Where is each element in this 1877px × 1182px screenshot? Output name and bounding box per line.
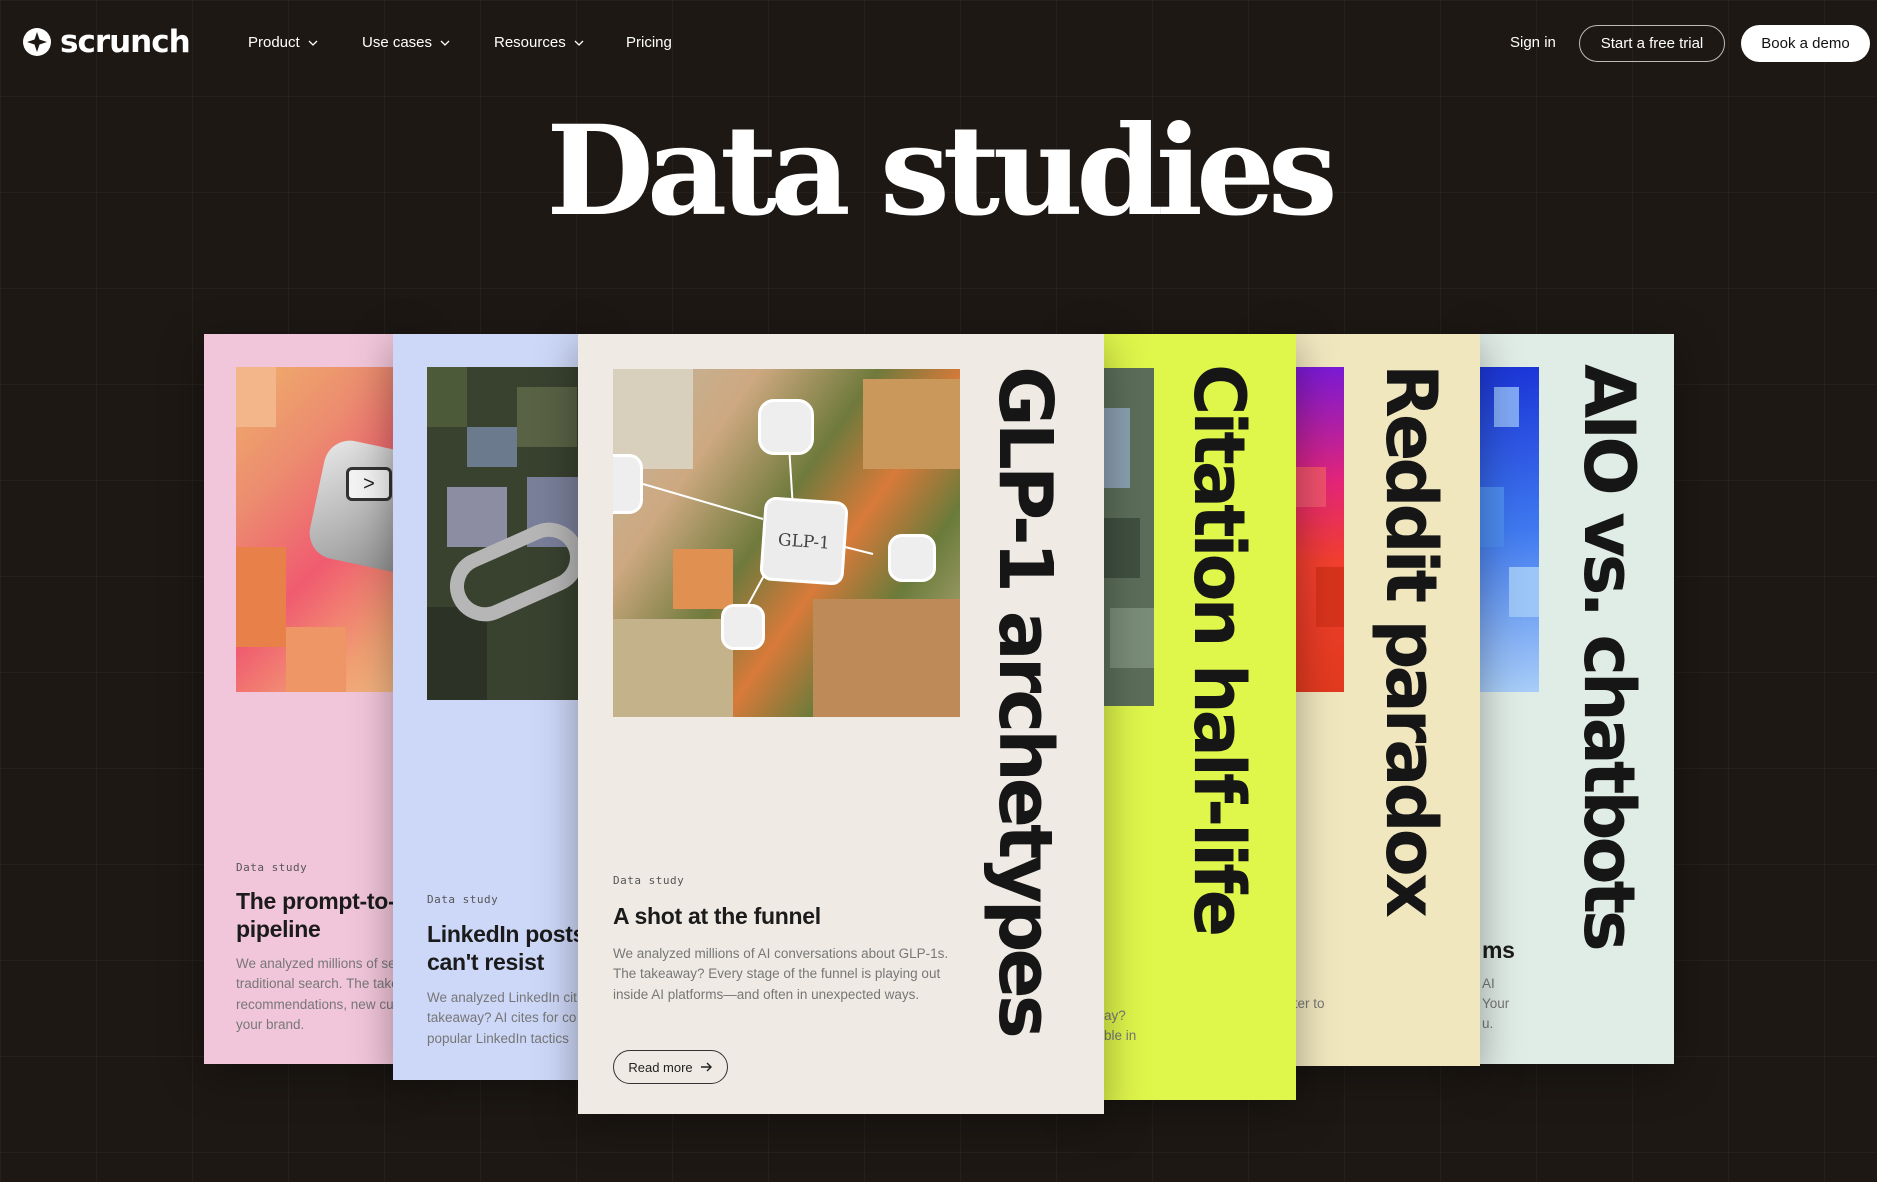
nav-pricing-label: Pricing (626, 34, 672, 51)
glp1-node: GLP-1 (759, 496, 849, 586)
nav-resources-label: Resources (494, 34, 566, 51)
chevron-down-icon (574, 40, 584, 46)
card-image (1296, 367, 1344, 692)
card-body: We analyzed millions of se traditional s… (236, 956, 399, 1032)
card-image: > (236, 367, 414, 692)
card-tag: Data study (427, 893, 499, 906)
study-card-reddit-paradox[interactable]: Reddit paradox tter to (1276, 334, 1480, 1066)
card-body: We analyzed LinkedIn cit takeaway? AI ci… (427, 990, 577, 1046)
nav-use-cases-label: Use cases (362, 34, 433, 51)
card-body-fragment: u. (1482, 1016, 1494, 1031)
card-body-fragment: Your (1482, 996, 1510, 1011)
arrow-right-icon (700, 1062, 712, 1072)
card-heading: A shot at the funnel (613, 903, 821, 929)
card-image: GLP-1 (613, 369, 960, 717)
brand-logo[interactable]: scrunch (22, 24, 191, 60)
nav-pricing[interactable]: Pricing (626, 34, 672, 51)
card-body: We analyzed millions of AI conversations… (613, 946, 949, 1002)
card-body-fragment: AI (1482, 976, 1495, 991)
page-title: Data studies (546, 99, 1337, 244)
chevron-down-icon (440, 40, 450, 46)
card-vertical-title: Reddit paradox (1370, 364, 1452, 914)
top-nav: scrunch Product Use cases Resources Pric… (0, 0, 1877, 88)
card-heading-fragment: ms (1482, 937, 1515, 963)
nav-product[interactable]: Product (248, 34, 318, 51)
read-more-label: Read more (628, 1059, 693, 1075)
nav-product-label: Product (248, 34, 300, 51)
card-heading: LinkedIn posts can't resist (427, 921, 586, 975)
card-body-fragment: ay? (1104, 1008, 1126, 1023)
nav-resources[interactable]: Resources (494, 34, 584, 51)
book-demo-button[interactable]: Book a demo (1741, 25, 1870, 62)
study-card-citation-half-life[interactable]: Citation half-life ay? ble in (1080, 334, 1296, 1100)
scrunch-star-icon (23, 28, 51, 56)
read-more-button[interactable]: Read more (613, 1050, 728, 1084)
card-vertical-title: GLP-1 archetypes (982, 366, 1068, 1035)
terminal-icon: > (346, 467, 392, 501)
study-card-aio-chatbots[interactable]: AIO vs. chatbots ms AI Your u. (1474, 334, 1674, 1064)
card-heading: The prompt-to-pipeline (236, 888, 396, 942)
nav-use-cases[interactable]: Use cases (362, 34, 450, 51)
brand-name: scrunch (60, 24, 191, 60)
card-vertical-title: Citation half-life (1178, 364, 1260, 934)
chevron-down-icon (308, 40, 318, 46)
card-vertical-title: AIO vs. chatbots (1568, 364, 1650, 948)
card-image (1474, 367, 1539, 692)
study-card-linkedin[interactable]: Data study LinkedIn posts can't resist W… (393, 334, 593, 1080)
card-image (427, 367, 593, 700)
card-tag: Data study (613, 874, 685, 887)
study-card-glp1[interactable]: GLP-1 GLP-1 archetypes Data study A shot… (578, 334, 1104, 1114)
start-trial-button[interactable]: Start a free trial (1579, 25, 1725, 62)
sign-in-link[interactable]: Sign in (1510, 34, 1556, 51)
study-card-prompt-pipeline[interactable]: > Data study The prompt-to-pipeline We a… (204, 334, 414, 1064)
card-body-fragment: ble in (1104, 1028, 1137, 1043)
card-tag: Data study (236, 861, 308, 874)
